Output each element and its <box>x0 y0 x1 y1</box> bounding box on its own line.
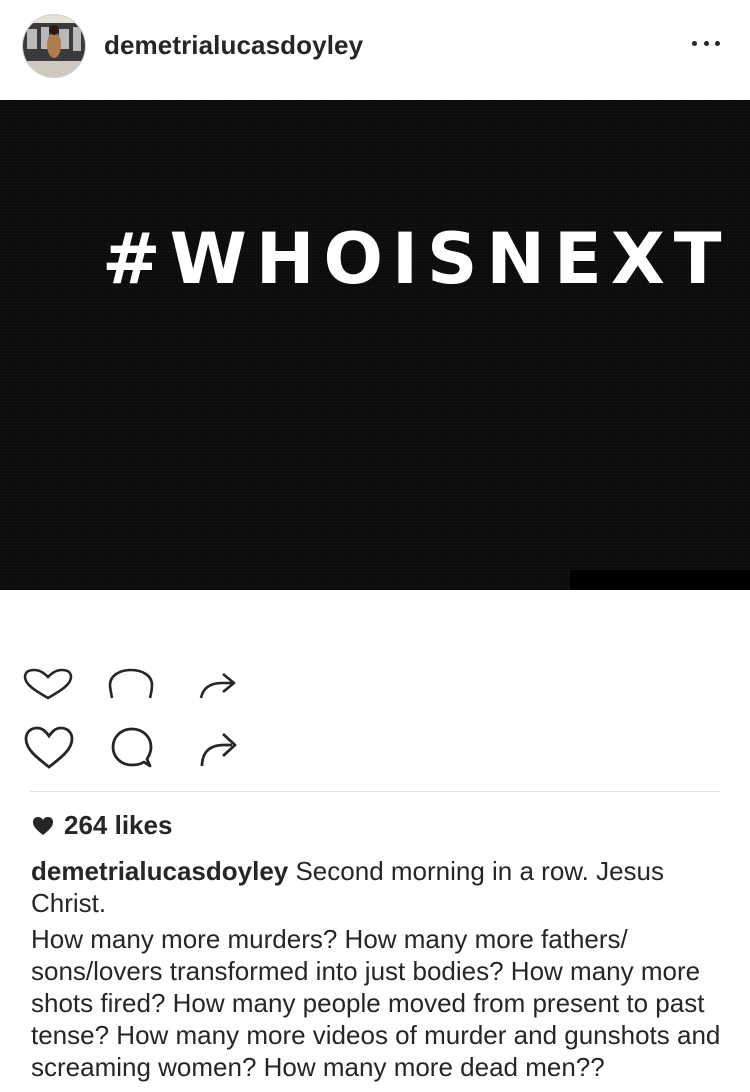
caption-text-line2: How many more murders? How many more fat… <box>31 924 721 1082</box>
heart-icon[interactable] <box>24 726 74 770</box>
image-band <box>570 570 750 590</box>
post-username[interactable]: demetrialucasdoyley <box>104 30 363 61</box>
post-header: demetrialucasdoyley <box>0 0 750 96</box>
post-image[interactable]: #WHOISNEXT <box>0 100 750 590</box>
heart-icon[interactable] <box>22 668 74 702</box>
post-image-text: #WHOISNEXT <box>102 218 731 300</box>
share-icon[interactable] <box>198 670 238 700</box>
post-caption: demetrialucasdoyley Second morning in a … <box>31 855 721 1083</box>
heart-icon <box>33 816 53 835</box>
likes-label: 264 likes <box>64 810 173 840</box>
likes-count[interactable]: 264 likes <box>32 810 172 841</box>
comment-icon[interactable] <box>110 726 156 772</box>
avatar[interactable] <box>23 15 85 77</box>
more-options-icon[interactable] <box>692 38 720 48</box>
comment-icon[interactable] <box>108 668 154 702</box>
share-icon[interactable] <box>198 728 240 770</box>
divider <box>30 791 720 792</box>
caption-username[interactable]: demetrialucasdoyley <box>31 856 288 886</box>
